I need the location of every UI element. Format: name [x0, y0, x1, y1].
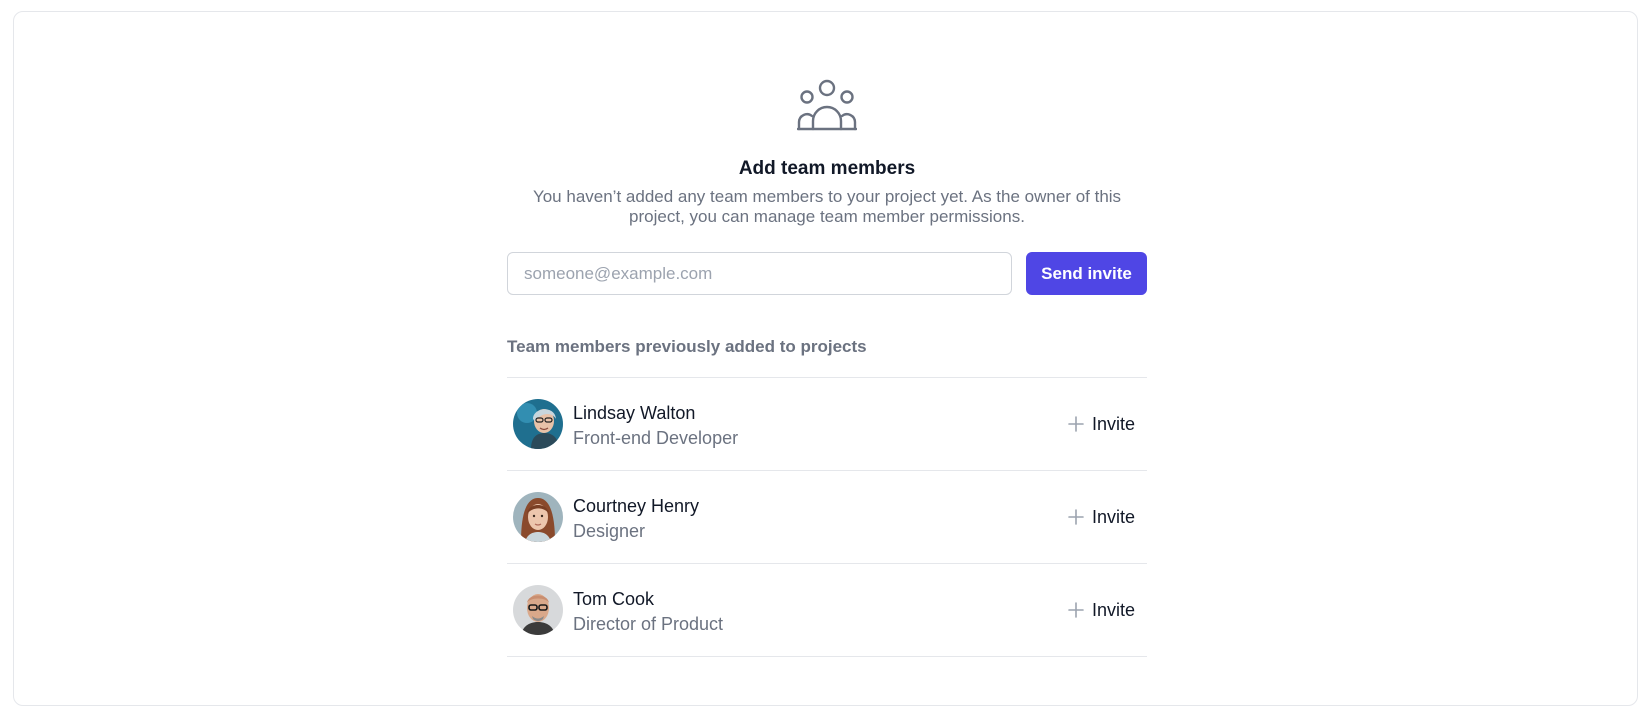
member-name: Lindsay Walton [573, 403, 696, 423]
invite-label: Invite [1091, 413, 1135, 434]
avatar-tom-cook [513, 585, 563, 635]
email-input[interactable] [507, 252, 1012, 295]
plus-icon [1068, 416, 1084, 432]
previous-members-heading: Team members previously added to project… [507, 337, 867, 356]
avatar-lindsay-walton [513, 399, 563, 449]
send-invite-button[interactable]: Send invite [1026, 252, 1147, 295]
plus-icon [1068, 602, 1084, 618]
invite-button[interactable]: Invite [1068, 594, 1135, 626]
member-name: Tom Cook [573, 589, 655, 609]
member-role: Designer [573, 521, 646, 541]
member-name: Courtney Henry [573, 496, 700, 516]
invite-button[interactable]: Invite [1068, 408, 1135, 440]
page-description: You haven’t added any team members to yo… [532, 187, 1122, 226]
list-item: Courtney Henry Designer Invite [507, 471, 1147, 564]
invite-button[interactable]: Invite [1068, 501, 1135, 533]
invite-label: Invite [1091, 599, 1135, 620]
plus-icon [1068, 509, 1084, 525]
avatar-courtney-henry [513, 492, 563, 542]
empty-state-panel: Add team members You haven’t added any t… [13, 11, 1638, 706]
list-item: Lindsay Walton Front-end Developer Invit… [507, 378, 1147, 471]
member-role: Front-end Developer [573, 428, 739, 448]
invite-label: Invite [1091, 506, 1135, 527]
member-list: Lindsay Walton Front-end Developer Invit… [507, 377, 1147, 657]
list-item: Tom Cook Director of Product Invite [507, 564, 1147, 657]
user-group-icon [797, 79, 857, 131]
page-title: Add team members [738, 158, 916, 179]
member-role: Director of Product [573, 614, 724, 634]
